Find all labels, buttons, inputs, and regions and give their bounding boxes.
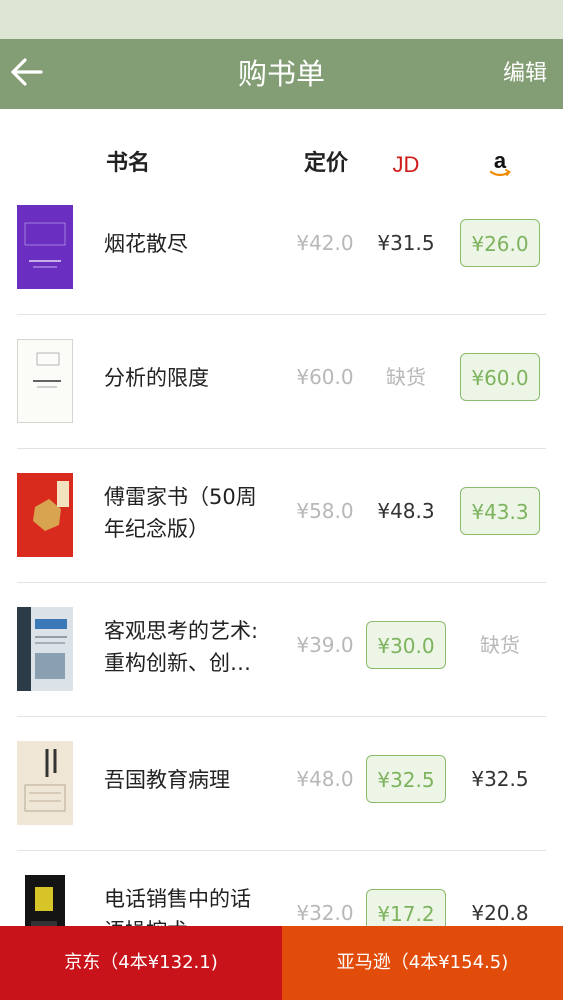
list-price: ¥60.0 (296, 365, 354, 389)
jd-price: 缺货 (386, 365, 426, 389)
jd-price-best[interactable]: ¥32.5 (366, 755, 446, 803)
edit-button[interactable]: 编辑 (503, 39, 547, 109)
amazon-price-best[interactable]: ¥43.3 (460, 487, 540, 535)
book-row[interactable]: 烟花散尽 ¥42.0 ¥31.5 ¥26.0 (0, 181, 563, 315)
book-row[interactable]: 分析的限度 ¥60.0 缺货 ¥60.0 (0, 315, 563, 449)
jd-logo-icon: JD (393, 152, 420, 177)
jd-checkout-button[interactable]: 京东（4本¥132.1) (0, 926, 282, 1000)
book-title-line: 烟花散尽 (104, 232, 188, 256)
amazon-price: 缺货 (480, 633, 520, 657)
list-price: ¥39.0 (296, 633, 354, 657)
jd-price: ¥48.3 (377, 499, 435, 523)
book-cover-image (17, 607, 73, 691)
book-title-line: 客观思考的艺术: (104, 619, 259, 643)
book-cover-image (17, 339, 73, 423)
amazon-price-best[interactable]: ¥26.0 (460, 219, 540, 267)
book-title-line: 重构创新、创… (104, 651, 251, 675)
svg-text:a: a (494, 148, 507, 173)
book-title-line: 电话销售中的话 (104, 887, 251, 911)
book-title-line: 傅雷家书（50周 (104, 485, 257, 509)
jd-price: ¥31.5 (377, 231, 435, 255)
book-title-line: 吾国教育病理 (104, 768, 230, 792)
book-row[interactable]: 客观思考的艺术: 重构创新、创… ¥39.0 ¥30.0 缺货 (0, 583, 563, 717)
list-price: ¥42.0 (296, 231, 354, 255)
column-header-list-price: 定价 (304, 151, 349, 176)
amazon-price-best[interactable]: ¥60.0 (460, 353, 540, 401)
list-price: ¥48.0 (296, 767, 354, 791)
column-header-name: 书名 (106, 151, 151, 176)
list-price: ¥58.0 (296, 499, 354, 523)
svg-text:JD: JD (393, 152, 420, 177)
jd-price-best[interactable]: ¥30.0 (366, 621, 446, 669)
amazon-checkout-button[interactable]: 亚马逊（4本¥154.5) (282, 926, 563, 1000)
book-row[interactable]: 吾国教育病理 ¥48.0 ¥32.5 ¥32.5 (0, 717, 563, 851)
book-cover-image (17, 741, 73, 825)
book-cover-image (17, 473, 73, 557)
book-title-line: 年纪念版） (104, 517, 209, 541)
amazon-price: ¥32.5 (471, 767, 529, 791)
book-cover-image (17, 205, 73, 289)
amazon-price: ¥20.8 (471, 901, 529, 925)
list-price: ¥32.0 (296, 901, 354, 925)
book-title-line: 分析的限度 (104, 366, 209, 390)
book-row[interactable]: 傅雷家书（50周 年纪念版） ¥58.0 ¥48.3 ¥43.3 (0, 449, 563, 583)
amazon-logo-icon: a (489, 148, 511, 177)
status-bar (0, 0, 563, 39)
page-title: 购书单 (237, 57, 325, 91)
